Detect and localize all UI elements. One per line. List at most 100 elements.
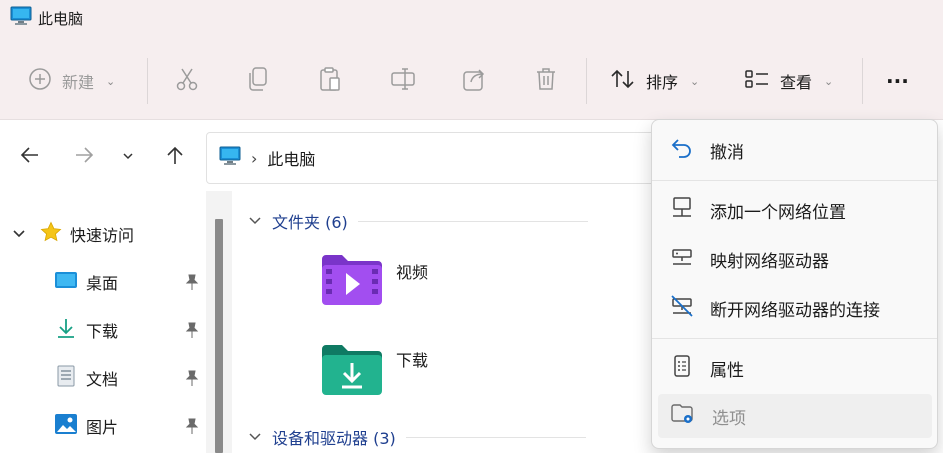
chevron-down-icon: ⌄ bbox=[824, 74, 834, 88]
toolbar-divider bbox=[862, 58, 863, 104]
up-button[interactable] bbox=[161, 143, 189, 171]
section-divider bbox=[357, 220, 588, 222]
pin-icon[interactable] bbox=[183, 417, 203, 437]
paste-button[interactable] bbox=[318, 56, 342, 106]
videos-folder-icon bbox=[320, 253, 384, 311]
window-title-area: 此电脑 bbox=[10, 6, 83, 30]
recent-locations-button[interactable] bbox=[114, 143, 142, 171]
rename-button[interactable] bbox=[390, 56, 416, 106]
menu-item-disconnect-network-drive[interactable]: 断开网络驱动器的连接 bbox=[658, 286, 932, 330]
document-icon bbox=[54, 364, 78, 392]
download-icon bbox=[54, 317, 78, 343]
sidebar-item-downloads[interactable]: 下载 bbox=[54, 315, 118, 345]
share-button[interactable] bbox=[462, 56, 488, 106]
forward-button[interactable] bbox=[70, 143, 98, 171]
sidebar-item-label: 文档 bbox=[86, 370, 119, 389]
folder-label: 视频 bbox=[396, 263, 429, 282]
breadcrumb-chevron-icon[interactable]: › bbox=[251, 149, 257, 168]
menu-item-label: 属性 bbox=[710, 360, 744, 381]
chevron-down-icon: ⌄ bbox=[690, 74, 700, 88]
pin-icon[interactable] bbox=[183, 321, 203, 341]
sidebar-item-documents[interactable]: 文档 bbox=[54, 363, 118, 393]
section-title: 设备和驱动器 (3) bbox=[272, 429, 396, 448]
properties-icon bbox=[670, 354, 694, 383]
sort-button[interactable]: 排序 ⌄ bbox=[610, 56, 699, 106]
options-icon bbox=[670, 402, 696, 431]
scissors-icon bbox=[174, 66, 200, 96]
menu-item-label: 断开网络驱动器的连接 bbox=[710, 300, 880, 321]
new-button[interactable]: 新建 ⌄ bbox=[28, 56, 115, 106]
more-icon: ··· bbox=[886, 69, 909, 93]
sidebar-item-label: 图片 bbox=[86, 418, 119, 437]
menu-item-undo[interactable]: 撤消 bbox=[658, 128, 932, 172]
navigation-pane: 快速访问 桌面 下载 文档 图片 bbox=[0, 191, 206, 453]
scrollbar-thumb[interactable] bbox=[215, 219, 223, 453]
monitor-icon bbox=[219, 146, 241, 170]
cut-button[interactable] bbox=[174, 56, 200, 106]
more-options-menu: 撤消 添加一个网络位置 映射网络驱动器 断开网络驱动器的连接 属性 选项 bbox=[651, 119, 938, 449]
section-divider bbox=[405, 436, 586, 438]
toolbar-divider bbox=[586, 58, 587, 104]
pictures-icon bbox=[54, 412, 78, 440]
rename-icon bbox=[390, 66, 416, 96]
menu-item-options[interactable]: 选项 bbox=[658, 394, 932, 438]
menu-item-label: 映射网络驱动器 bbox=[710, 251, 829, 272]
menu-item-map-network-drive[interactable]: 映射网络驱动器 bbox=[658, 237, 932, 281]
sidebar-item-label: 桌面 bbox=[86, 274, 119, 293]
menu-item-label: 添加一个网络位置 bbox=[710, 202, 846, 223]
copy-button[interactable] bbox=[246, 56, 270, 106]
share-icon bbox=[462, 66, 488, 96]
folder-label: 下载 bbox=[396, 351, 429, 370]
monitor-icon bbox=[10, 6, 32, 30]
view-list-icon bbox=[744, 67, 770, 95]
toolbar-divider bbox=[147, 58, 148, 104]
pin-icon[interactable] bbox=[183, 369, 203, 389]
view-label: 查看 bbox=[780, 73, 813, 92]
back-button[interactable] bbox=[16, 143, 44, 171]
menu-separator bbox=[652, 180, 937, 181]
trash-icon bbox=[534, 66, 558, 96]
sidebar-item-desktop[interactable]: 桌面 bbox=[54, 267, 118, 297]
menu-item-properties[interactable]: 属性 bbox=[658, 346, 932, 390]
command-bar: 新建 ⌄ 排序 ⌄ 查看 ⌄ ··· bbox=[0, 56, 943, 106]
menu-item-add-network-location[interactable]: 添加一个网络位置 bbox=[658, 188, 932, 232]
chevron-down-icon[interactable] bbox=[12, 225, 26, 244]
breadcrumb-this-pc[interactable]: 此电脑 bbox=[267, 146, 315, 170]
folder-item-videos[interactable]: 视频 bbox=[320, 253, 428, 311]
menu-item-label: 撤消 bbox=[710, 142, 744, 163]
chevron-down-icon bbox=[121, 148, 135, 167]
sidebar-scrollbar[interactable] bbox=[206, 191, 232, 453]
folder-item-downloads[interactable]: 下载 bbox=[320, 343, 428, 401]
view-button[interactable]: 查看 ⌄ bbox=[744, 56, 833, 106]
clipboard-icon bbox=[318, 66, 342, 96]
sidebar-item-pictures[interactable]: 图片 bbox=[54, 411, 118, 441]
chevron-down-icon[interactable] bbox=[248, 428, 262, 447]
downloads-folder-icon bbox=[320, 343, 384, 401]
sidebar-quick-access[interactable]: 快速访问 bbox=[12, 219, 134, 249]
arrow-right-icon bbox=[73, 144, 95, 170]
sidebar-item-label: 下载 bbox=[86, 322, 119, 341]
address-bar[interactable]: › 此电脑 bbox=[206, 132, 686, 184]
undo-icon bbox=[670, 136, 694, 165]
sidebar-item-label: 快速访问 bbox=[70, 226, 135, 245]
delete-button[interactable] bbox=[534, 56, 558, 106]
network-location-icon bbox=[670, 196, 694, 225]
more-button[interactable]: ··· bbox=[886, 56, 909, 106]
section-header-folders[interactable]: 文件夹 (6) bbox=[248, 209, 588, 233]
title-bar: 此电脑 新建 ⌄ 排序 ⌄ 查看 ⌄ ··· bbox=[0, 0, 943, 120]
desktop-icon bbox=[54, 270, 78, 294]
sort-label: 排序 bbox=[646, 73, 679, 92]
section-title: 文件夹 (6) bbox=[272, 213, 348, 232]
window-title: 此电脑 bbox=[38, 9, 84, 28]
chevron-down-icon: ⌄ bbox=[106, 74, 116, 88]
pin-icon[interactable] bbox=[183, 273, 203, 293]
star-icon bbox=[40, 221, 62, 247]
arrow-up-icon bbox=[164, 144, 186, 170]
menu-separator bbox=[652, 338, 937, 339]
map-drive-icon bbox=[670, 245, 694, 274]
plus-circle-icon bbox=[28, 67, 52, 95]
sort-icon bbox=[610, 67, 636, 95]
chevron-down-icon[interactable] bbox=[248, 212, 262, 231]
section-header-devices[interactable]: 设备和驱动器 (3) bbox=[248, 425, 586, 449]
menu-item-label: 选项 bbox=[712, 408, 746, 429]
